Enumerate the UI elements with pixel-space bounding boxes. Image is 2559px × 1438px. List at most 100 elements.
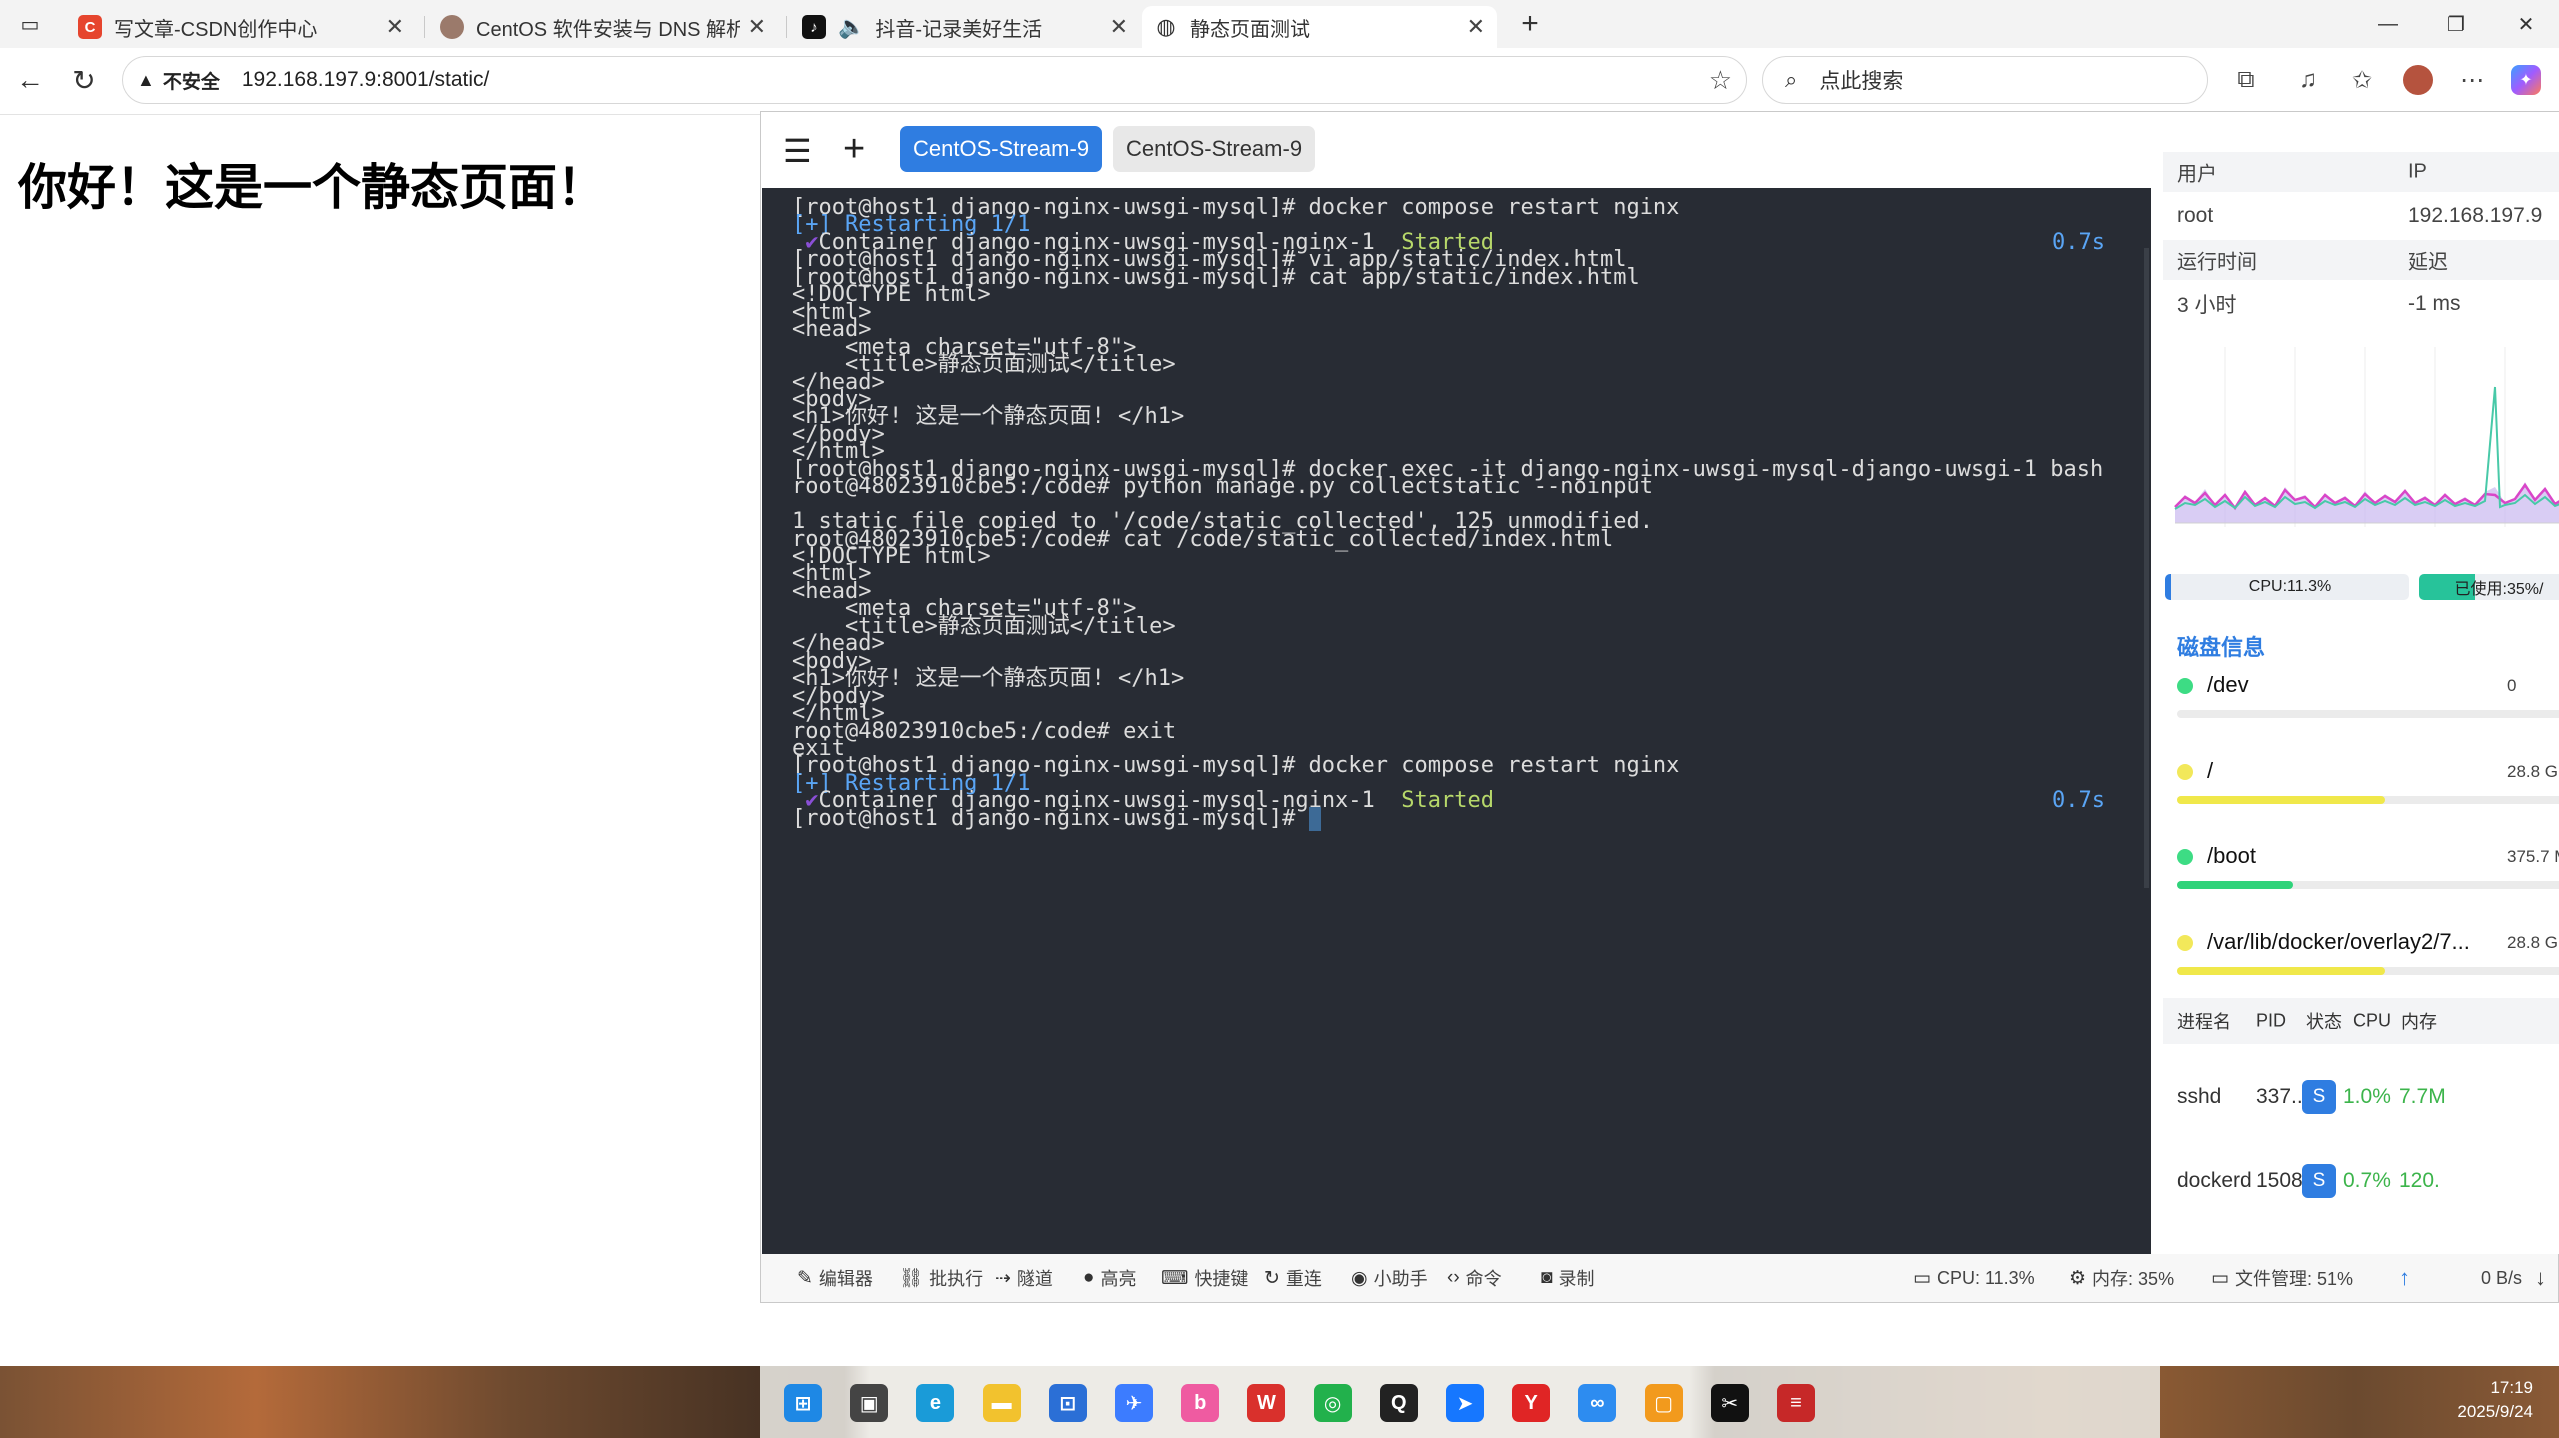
disk-mount-name: /dev <box>2207 672 2249 697</box>
terminal-line-text: [root@host1 django-nginx-uwsgi-mysql]# <box>792 805 1309 831</box>
address-bar[interactable]: ▲ 不安全 192.168.197.9:8001/static/ ☆ <box>122 56 1747 104</box>
favorites-icon[interactable]: ✩ <box>2344 62 2380 98</box>
feishu-icon[interactable]: ✈ <box>1115 1384 1153 1422</box>
douyin-icon: ♪ <box>802 15 826 39</box>
close-icon[interactable]: ✕ <box>1110 14 1128 40</box>
search-box[interactable]: ⌕ 点此搜索 <box>1762 56 2208 104</box>
bottom-button-label: 批执行 <box>929 1269 984 1289</box>
task-view-icon[interactable]: ▣ <box>850 1384 889 1422</box>
disk-item[interactable]: /dev 0 <box>2177 670 2559 730</box>
network-traffic-chart <box>2165 347 2559 547</box>
wps-icon[interactable]: W <box>1247 1384 1286 1422</box>
tab-title: 写文章-CSDN创作中心 <box>114 18 318 41</box>
terminal-line-text: root@48023910cbe5:/code# exit <box>792 718 1177 744</box>
ip-value[interactable]: 192.168.197.9 <box>2408 204 2542 228</box>
minimize-button[interactable]: — <box>2368 8 2408 40</box>
disk-item[interactable]: /boot 375.7 MB <box>2177 841 2559 901</box>
tab-csdn[interactable]: C 写文章-CSDN创作中心 ✕ <box>66 6 416 48</box>
security-label[interactable]: 不安全 <box>163 67 220 94</box>
col-cpu[interactable]: CPU <box>2353 1011 2391 1032</box>
terminal-output[interactable]: [root@host1 django-nginx-uwsgi-mysql]# d… <box>762 188 2151 1254</box>
dingtalk-icon[interactable]: ➤ <box>1446 1384 1484 1422</box>
bottom-assistant-button[interactable]: ◉ 小助手 <box>1351 1254 1428 1302</box>
bottom-keyboard-button[interactable]: ⌨ 快捷键 <box>1161 1254 1248 1302</box>
windows-start-icon[interactable]: ⊞ <box>784 1384 822 1422</box>
col-process-name[interactable]: 进程名 <box>2177 1008 2231 1034</box>
hamburger-menu-icon[interactable]: ☰ <box>783 132 812 170</box>
session-tab[interactable]: CentOS-Stream-9 <box>1113 126 1316 172</box>
disk-status-dot <box>2177 849 2193 865</box>
user-value: root <box>2177 204 2214 227</box>
refresh-button[interactable]: ↻ <box>66 62 102 98</box>
status-file-manager[interactable]: ▭ 文件管理: 51% <box>2211 1254 2353 1302</box>
speaker-icon[interactable]: 🔈 <box>838 14 865 40</box>
bottom-record-button[interactable]: ◙ 录制 <box>1541 1254 1594 1302</box>
bottom-bulb-button[interactable]: ● 高亮 <box>1083 1254 1136 1302</box>
warning-icon[interactable]: ▲ <box>137 70 155 91</box>
col-memory[interactable]: 内存 <box>2401 1008 2437 1034</box>
process-row[interactable]: sshd 337... S 1.0% 7.7M <box>2163 1062 2559 1132</box>
close-icon[interactable]: ✕ <box>386 14 404 40</box>
disk-usage-fill <box>2177 795 2385 804</box>
code-icon: ‹› <box>1447 1267 1460 1288</box>
window-close-button[interactable]: ✕ <box>2506 8 2546 40</box>
disk-usage-track <box>2177 966 2559 975</box>
youdao-icon[interactable]: Y <box>1512 1384 1551 1422</box>
taskbar-apps: ⊞ ▣ e ▬ ⊡ ✈ b W ◎ Q ➤ Y ∞ ▢ ✂ ≡ <box>760 1366 2160 1438</box>
tab-static-page[interactable]: ◍ 静态页面测试 ✕ <box>1142 6 1497 48</box>
session-tab-active[interactable]: CentOS-Stream-9 <box>900 126 1103 172</box>
bottom-button-label: 命令 <box>1465 1269 1502 1289</box>
process-pid: 337... <box>2256 1085 2309 1108</box>
url-text[interactable]: 192.168.197.9:8001/static/ <box>242 68 490 92</box>
close-icon[interactable]: ✕ <box>1467 14 1485 40</box>
status-cpu[interactable]: ▭ CPU: 11.3% <box>1913 1254 2035 1302</box>
media-icon[interactable]: ♫ <box>2290 62 2326 98</box>
tab-actions-icon[interactable]: ▭ <box>16 10 44 38</box>
csdn-icon: C <box>78 15 102 39</box>
col-state[interactable]: 状态 <box>2306 1008 2342 1034</box>
memory-meter-label: 已使用:35%/ <box>2454 581 2544 598</box>
bottom-button-label: 小助手 <box>1373 1269 1428 1289</box>
search-placeholder[interactable]: 点此搜索 <box>1819 65 1903 95</box>
extensions-icon[interactable]: ⧉ <box>2228 62 2264 98</box>
disk-item[interactable]: /var/lib/docker/overlay2/7... 28.8 G <box>2177 927 2559 987</box>
disk-item[interactable]: / 28.8 G <box>2177 756 2559 816</box>
disk-info-title[interactable]: 磁盘信息 <box>2177 630 2265 662</box>
system-clock[interactable]: 17:19 2025/9/24 <box>2457 1376 2533 1424</box>
favorite-star-icon[interactable]: ☆ <box>1709 65 1732 96</box>
bottom-tunnel-button[interactable]: ⇢ 隧道 <box>995 1254 1053 1302</box>
edge-icon[interactable]: e <box>916 1384 955 1422</box>
stats-panel: 用户 IP root 192.168.197.9 运行时间 延迟 3 小时 -1… <box>2151 112 2559 1254</box>
add-session-icon[interactable]: + <box>843 128 865 171</box>
tab-douyin[interactable]: ♪ 🔈 抖音-记录美好生活 ✕ <box>790 6 1140 48</box>
tab-centos-dns[interactable]: CentOS 软件安装与 DNS 解析 - 5 ✕ <box>428 6 778 48</box>
capcut-icon[interactable]: ✂ <box>1710 1384 1749 1422</box>
bottom-reconnect-button[interactable]: ↻ 重连 <box>1264 1254 1322 1302</box>
more-menu-icon[interactable]: ⋯ <box>2454 62 2490 98</box>
close-icon[interactable]: ✕ <box>748 14 766 40</box>
status-memory[interactable]: ⚙ 内存: 35% <box>2069 1254 2174 1302</box>
col-pid[interactable]: PID <box>2256 1011 2286 1032</box>
vmware-icon[interactable]: ▢ <box>1644 1384 1683 1422</box>
disk-size: 375.7 MB <box>2507 847 2559 866</box>
back-button[interactable]: ← <box>12 62 48 98</box>
bilibili-icon[interactable]: b <box>1181 1384 1220 1422</box>
store-icon[interactable]: ⊡ <box>1048 1384 1087 1422</box>
bottom-batch-button[interactable]: ⛓ 批执行 <box>899 1254 983 1302</box>
profile-avatar[interactable] <box>2403 65 2433 95</box>
bottom-code-button[interactable]: ‹› 命令 <box>1447 1254 1502 1302</box>
file-explorer-icon[interactable]: ▬ <box>982 1384 1021 1422</box>
bottom-editor-button[interactable]: ✎ 编辑器 <box>797 1254 873 1302</box>
finalshell-icon[interactable]: ≡ <box>1777 1384 1815 1422</box>
new-tab-button[interactable]: + <box>1512 6 1548 42</box>
disk-usage-fill <box>2177 881 2293 889</box>
assistant-icon: ◉ <box>1351 1267 1368 1289</box>
baidu-netdisk-icon[interactable]: ∞ <box>1578 1384 1617 1422</box>
process-row[interactable]: dockerd 1508 S 0.7% 120. <box>2163 1146 2559 1216</box>
copilot-icon[interactable]: ✦ <box>2511 65 2541 95</box>
restore-button[interactable]: ❐ <box>2436 8 2476 40</box>
terminal-scrollbar[interactable] <box>2144 248 2149 888</box>
tab-title: 静态页面测试 <box>1190 18 1310 41</box>
wechat-icon[interactable]: ◎ <box>1313 1384 1352 1422</box>
qq-icon[interactable]: Q <box>1379 1384 1418 1422</box>
